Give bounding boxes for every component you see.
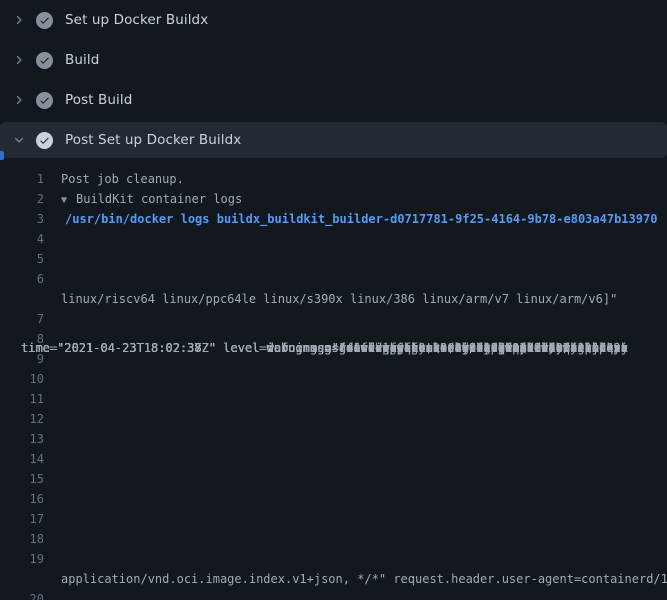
line-number[interactable]: 17 xyxy=(0,509,44,529)
log-line: 11time="2021-04-23T18:02:38Z" level=debu… xyxy=(0,389,667,409)
chevron-right-icon xyxy=(11,92,27,108)
log-line: 7time="2021-04-23T18:02:37Z" level=warni… xyxy=(0,309,667,329)
line-number[interactable]: 20 xyxy=(0,589,44,600)
log-group-toggle[interactable]: ▼BuildKit container logs xyxy=(44,189,242,209)
log-line: 2▼BuildKit container logs xyxy=(0,189,667,209)
log-line: 3/usr/bin/docker logs buildx_buildkit_bu… xyxy=(0,209,667,229)
focus-accent xyxy=(0,151,4,160)
log-line: 14time="2021-04-23T18:02:38Z" level=debu… xyxy=(0,449,667,469)
log-line: 19time="2021-04-23T18:02:38Z" level=debu… xyxy=(0,549,667,569)
log-output: 1Post job cleanup.2▼BuildKit container l… xyxy=(0,169,667,600)
log-text: linux/riscv64 linux/ppc64le linux/s390x … xyxy=(44,289,617,309)
log-line: 12time="2021-04-23T18:02:38Z" level=debu… xyxy=(0,409,667,429)
line-number[interactable]: 4 xyxy=(0,229,44,249)
chevron-right-icon xyxy=(11,52,27,68)
line-number[interactable]: 13 xyxy=(0,429,44,449)
step-label: Build xyxy=(65,52,99,68)
line-number[interactable]: 11 xyxy=(0,389,44,409)
line-number[interactable]: 15 xyxy=(0,469,44,489)
log-line: 4time="2021-04-23T18:02:37Z" level=info … xyxy=(0,229,667,249)
step-post-set-up-docker-buildx[interactable]: Post Set up Docker Buildx xyxy=(0,120,667,160)
caret-down-icon[interactable]: ▼ xyxy=(61,191,76,209)
step-label: Post Set up Docker Buildx xyxy=(65,132,241,148)
step-label: Set up Docker Buildx xyxy=(65,12,208,28)
log-line: 13time="2021-04-23T18:02:38Z" level=debu… xyxy=(0,429,667,449)
line-number xyxy=(0,289,44,309)
line-number[interactable]: 3 xyxy=(0,209,44,229)
log-line: application/vnd.oci.image.index.v1+json,… xyxy=(0,569,667,589)
step-post-build[interactable]: Post Build xyxy=(0,80,667,120)
actions-log-viewer: Set up Docker Buildx Build Post Build xyxy=(0,0,667,600)
log-line: 18time="2021-04-23T18:02:38Z" level=debu… xyxy=(0,529,667,549)
log-line: 15time="2021-04-23T18:02:38Z" level=debu… xyxy=(0,469,667,489)
log-text: Post job cleanup. xyxy=(44,169,184,189)
line-number[interactable]: 16 xyxy=(0,489,44,509)
log-line: 20time="2021-04-23T18:02:38Z" level=debu… xyxy=(0,589,667,600)
log-line: linux/riscv64 linux/ppc64le linux/s390x … xyxy=(0,289,667,309)
line-number[interactable]: 18 xyxy=(0,529,44,549)
log-line: 10time="2021-04-23T18:02:37Z" level=info… xyxy=(0,369,667,389)
line-number[interactable]: 7 xyxy=(0,309,44,329)
line-number[interactable]: 12 xyxy=(0,409,44,429)
group-label: BuildKit container logs xyxy=(76,192,242,206)
line-number[interactable]: 5 xyxy=(0,249,44,269)
chevron-right-icon xyxy=(11,12,27,28)
line-number[interactable]: 19 xyxy=(0,549,44,569)
log-line: 17time="2021-04-23T18:02:38Z" level=debu… xyxy=(0,509,667,529)
step-build[interactable]: Build xyxy=(0,40,667,80)
log-line: 5time="2021-04-23T18:02:37Z" level=warni… xyxy=(0,249,667,269)
step-list: Set up Docker Buildx Build Post Build xyxy=(0,0,667,160)
chevron-down-icon xyxy=(11,132,27,148)
log-line: 1Post job cleanup. xyxy=(0,169,667,189)
log-text: application/vnd.oci.image.index.v1+json,… xyxy=(44,569,667,589)
log-line: 6time="2021-04-23T18:02:37Z" level=info … xyxy=(0,269,667,289)
check-circle-icon xyxy=(36,132,53,149)
line-number xyxy=(0,569,44,589)
line-number[interactable]: 10 xyxy=(0,369,44,389)
log-line: 16time="2021-04-23T18:02:38Z" level=debu… xyxy=(0,489,667,509)
check-circle-icon xyxy=(36,52,53,69)
line-number[interactable]: 14 xyxy=(0,449,44,469)
log-text: /usr/bin/docker logs buildx_buildkit_bui… xyxy=(44,209,657,229)
step-set-up-docker-buildx[interactable]: Set up Docker Buildx xyxy=(0,0,667,40)
step-label: Post Build xyxy=(65,92,132,108)
line-number[interactable]: 2 xyxy=(0,189,44,209)
check-circle-icon xyxy=(36,92,53,109)
line-number[interactable]: 1 xyxy=(0,169,44,189)
line-number[interactable]: 6 xyxy=(0,269,44,289)
check-circle-icon xyxy=(36,12,53,29)
